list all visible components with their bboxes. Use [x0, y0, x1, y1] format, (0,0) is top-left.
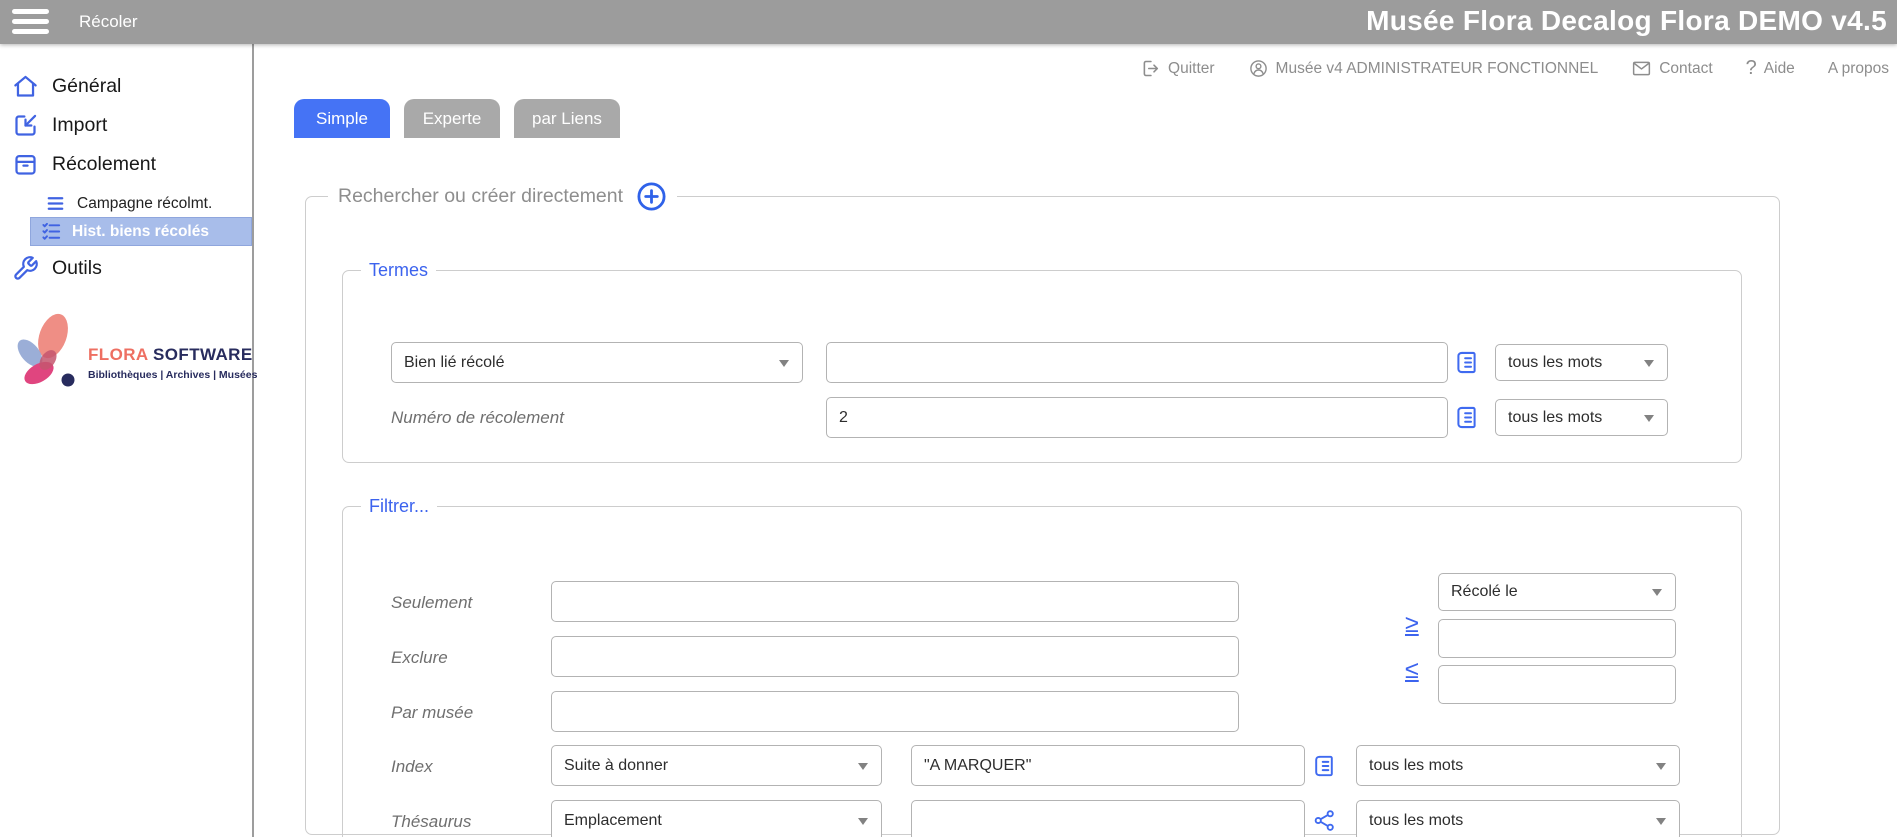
sidebar-item-label: Import	[52, 114, 107, 137]
module-title: Récoler	[79, 12, 138, 32]
thesaurus-value-input[interactable]	[911, 800, 1305, 837]
tab-simple[interactable]: Simple	[294, 99, 390, 138]
plus-circle-icon	[636, 181, 667, 212]
question-mark-icon: ?	[1746, 57, 1757, 80]
date-field-select-value: Récolé le	[1451, 583, 1518, 601]
book-icon	[1311, 753, 1337, 779]
numero-recolement-input[interactable]	[826, 397, 1448, 438]
aide-label: Aide	[1764, 60, 1795, 78]
numero-match-select[interactable]: tous les mots	[1495, 399, 1668, 436]
term-match-select[interactable]: tous les mots	[1495, 344, 1668, 381]
par-musee-label: Par musée	[391, 703, 473, 723]
search-create-legend-text: Rechercher ou créer directement	[338, 185, 623, 208]
term-match-select-value: tous les mots	[1508, 354, 1602, 372]
wrench-icon	[12, 255, 39, 282]
tab-par-liens[interactable]: par Liens	[514, 99, 620, 138]
top-bar: Récoler Musée Flora Decalog Flora DEMO v…	[0, 0, 1897, 44]
index-field-select[interactable]: Suite à donner	[551, 745, 882, 786]
utility-bar: Quitter Musée v4 ADMINISTRATEUR FONCTION…	[1140, 57, 1889, 80]
less-equal-operator[interactable]: ≤	[1405, 656, 1419, 685]
index-match-select[interactable]: tous les mots	[1356, 745, 1680, 786]
index-label: Index	[391, 757, 433, 777]
import-icon	[12, 112, 39, 139]
index-field-select-value: Suite à donner	[564, 757, 668, 775]
user-menu[interactable]: Musée v4 ADMINISTRATEUR FONCTIONNEL	[1248, 58, 1599, 79]
index-value-input[interactable]	[911, 745, 1305, 786]
date-field-select[interactable]: Récolé le	[1438, 573, 1676, 611]
tab-experte[interactable]: Experte	[404, 99, 500, 138]
logo-tagline: Bibliothèques | Archives | Musées	[88, 369, 257, 381]
contact-button[interactable]: Contact	[1631, 58, 1712, 79]
flora-petals-icon	[8, 308, 86, 400]
numero-match-select-value: tous les mots	[1508, 409, 1602, 427]
thesaurus-browse-button[interactable]	[1312, 808, 1337, 833]
sidebar-item-import[interactable]: Import	[12, 112, 107, 139]
exclure-input[interactable]	[551, 636, 1239, 677]
thesaurus-field-select[interactable]: Emplacement	[551, 800, 882, 837]
index-match-select-value: tous les mots	[1369, 757, 1463, 775]
search-create-section: Rechercher ou créer directement Termes B…	[305, 181, 1780, 835]
search-create-legend: Rechercher ou créer directement	[328, 181, 677, 212]
exclure-label: Exclure	[391, 648, 448, 668]
checklist-icon	[40, 220, 63, 243]
sidebar-item-label: Outils	[52, 257, 102, 280]
date-to-input[interactable]	[1438, 665, 1676, 704]
seulement-label: Seulement	[391, 593, 472, 613]
thesaurus-label: Thésaurus	[391, 812, 471, 832]
term-field-select[interactable]: Bien lié récolé	[391, 342, 803, 383]
thesaurus-match-select-value: tous les mots	[1369, 812, 1463, 830]
date-from-input[interactable]	[1438, 619, 1676, 658]
hamburger-menu-icon[interactable]	[12, 9, 49, 36]
thesaurus-field-select-value: Emplacement	[564, 812, 662, 830]
termes-legend: Termes	[361, 260, 436, 281]
user-label: Musée v4 ADMINISTRATEUR FONCTIONNEL	[1276, 60, 1599, 78]
apropos-label: A propos	[1828, 60, 1889, 78]
search-mode-tabs: Simple Experte par Liens	[294, 99, 620, 138]
sidebar-item-general[interactable]: Général	[12, 73, 121, 100]
home-icon	[12, 73, 39, 100]
numero-recolement-label: Numéro de récolement	[391, 408, 564, 428]
sidebar-item-label: Hist. biens récolés	[72, 223, 209, 241]
sidebar-item-label: Campagne récolmt.	[77, 195, 212, 213]
seulement-input[interactable]	[551, 581, 1239, 622]
quitter-label: Quitter	[1168, 60, 1215, 78]
term-index-lookup-button[interactable]	[1453, 349, 1480, 376]
quitter-button[interactable]: Quitter	[1140, 58, 1215, 79]
app-window: Récoler Musée Flora Decalog Flora DEMO v…	[0, 0, 1897, 837]
user-icon	[1248, 58, 1269, 79]
app-title: Musée Flora Decalog Flora DEMO v4.5	[1366, 5, 1887, 37]
filtrer-legend: Filtrer...	[361, 496, 437, 517]
envelope-icon	[1631, 58, 1652, 79]
sidebar-item-campagne-recolement[interactable]: Campagne récolmt.	[44, 192, 212, 215]
apropos-button[interactable]: A propos	[1828, 60, 1889, 78]
filtrer-section: Filtrer... Seulement Exclure Par musée I…	[342, 496, 1742, 837]
add-button[interactable]	[636, 181, 667, 212]
termes-section: Termes Bien lié récolé tous les mots Num…	[342, 260, 1742, 463]
par-musee-input[interactable]	[551, 691, 1239, 732]
sidebar-item-label: Récolement	[52, 153, 156, 176]
share-network-icon	[1312, 808, 1337, 833]
term-field-select-value: Bien lié récolé	[404, 354, 505, 372]
contact-label: Contact	[1659, 60, 1712, 78]
sidebar-divider	[252, 44, 254, 837]
logout-icon	[1140, 58, 1161, 79]
book-icon	[1453, 349, 1480, 376]
term-value-input[interactable]	[826, 342, 1448, 383]
logo-flora-word: FLORA	[88, 345, 148, 364]
thesaurus-match-select[interactable]: tous les mots	[1356, 800, 1680, 837]
sidebar-item-outils[interactable]: Outils	[12, 255, 102, 282]
book-icon	[1453, 404, 1480, 431]
aide-button[interactable]: ? Aide	[1746, 57, 1795, 80]
sidebar-item-recolement[interactable]: Récolement	[12, 151, 156, 178]
archive-box-icon	[12, 151, 39, 178]
greater-equal-operator[interactable]: ≥	[1405, 610, 1419, 639]
flora-logo-text: FLORA SOFTWARE Bibliothèques | Archives …	[88, 345, 257, 381]
flora-software-logo: FLORA SOFTWARE Bibliothèques | Archives …	[8, 308, 252, 403]
numero-index-lookup-button[interactable]	[1453, 404, 1480, 431]
index-lookup-button[interactable]	[1311, 753, 1337, 779]
logo-software-word: SOFTWARE	[153, 345, 253, 364]
menu-lines-icon	[44, 192, 67, 215]
sidebar-item-label: Général	[52, 75, 121, 98]
sidebar-item-hist-biens-recoles[interactable]: Hist. biens récolés	[30, 217, 252, 246]
